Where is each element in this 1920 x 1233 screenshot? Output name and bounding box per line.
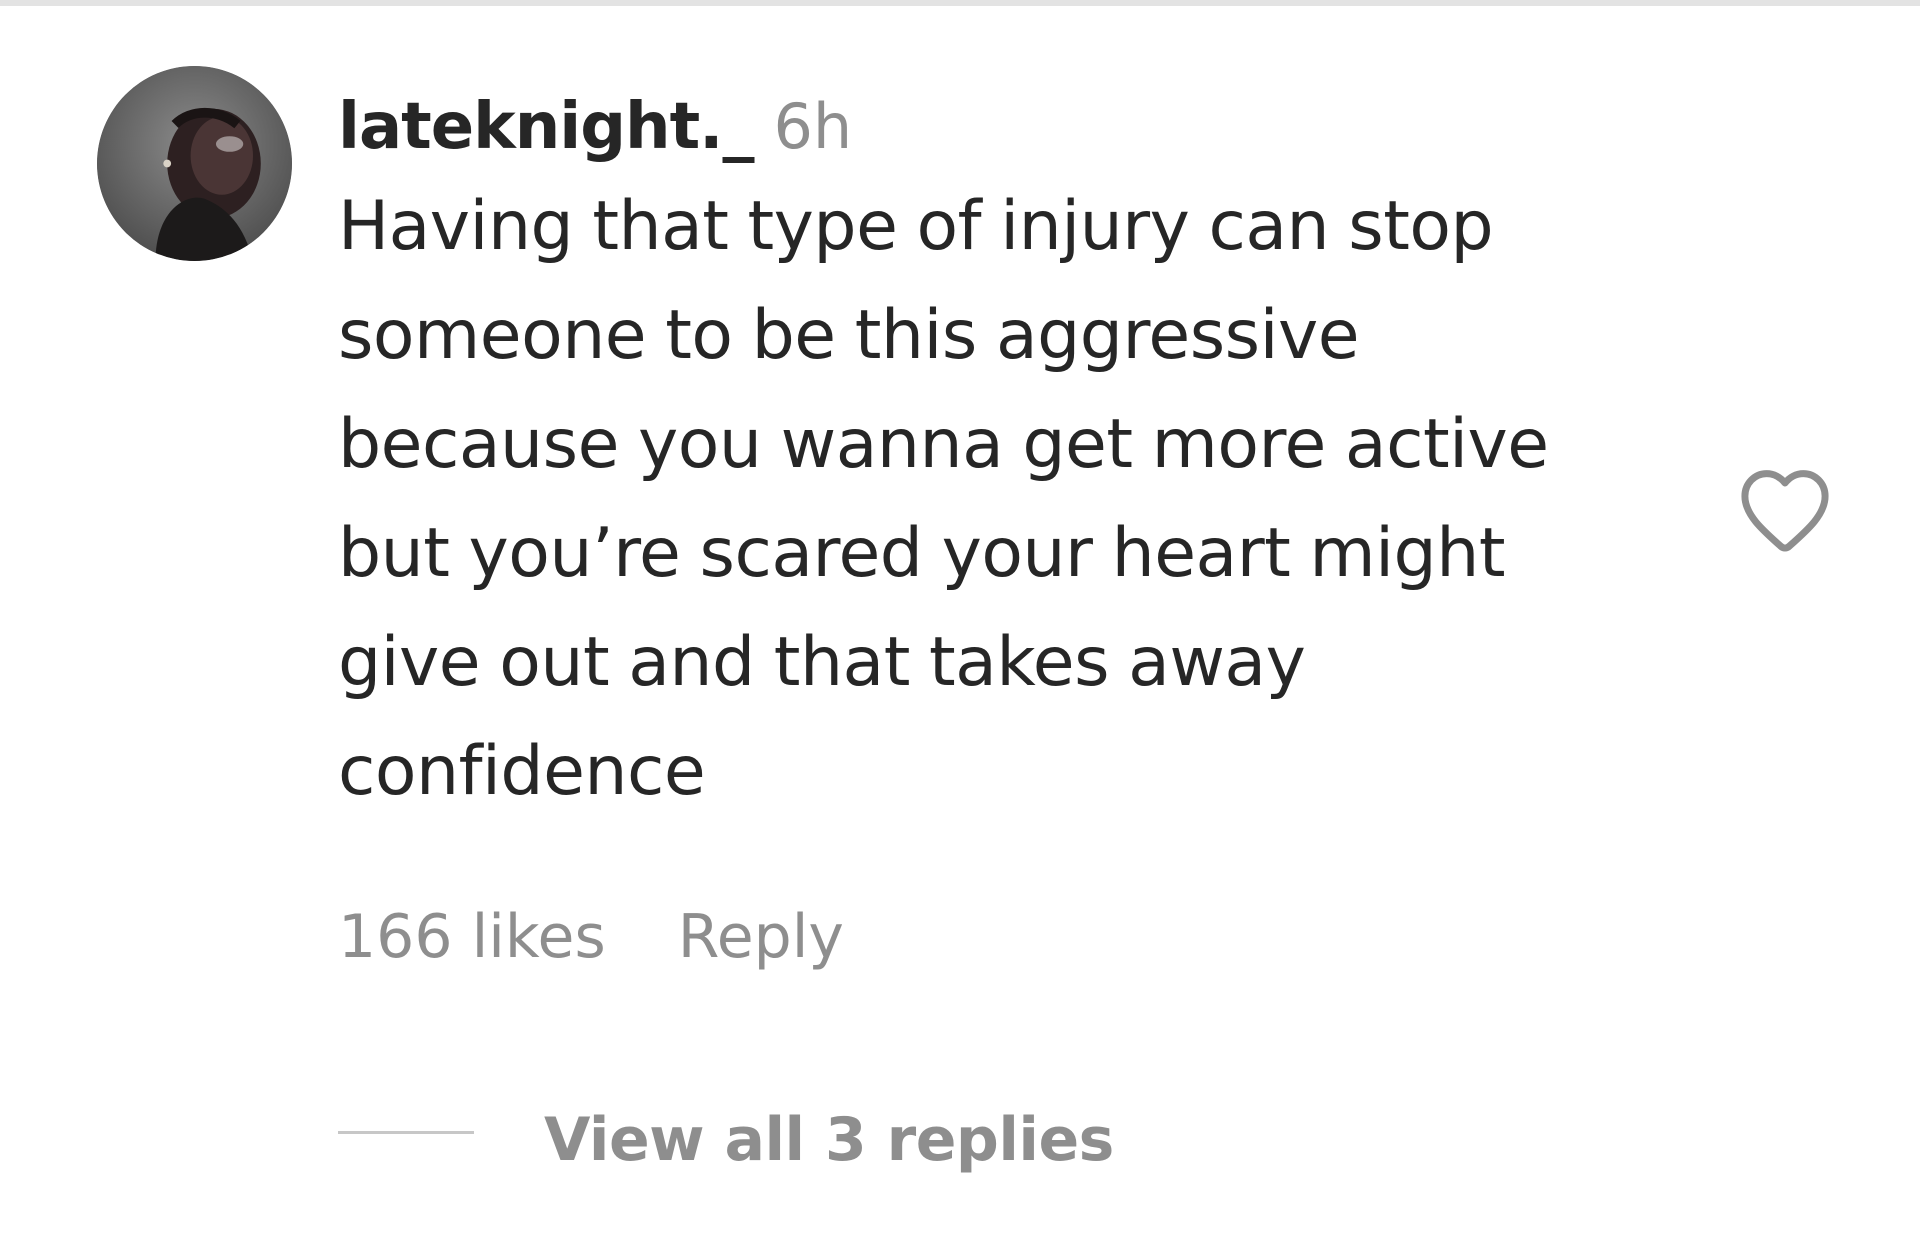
reply-button[interactable]: Reply (678, 902, 844, 972)
view-replies-button[interactable]: View all 3 replies (544, 1095, 1114, 1185)
comment-text-line: someone to be this aggressive (338, 296, 1360, 375)
avatar[interactable] (97, 66, 292, 261)
comment-text-line: because you wanna get more active (338, 405, 1549, 484)
comment-text-line: confidence (338, 732, 706, 811)
like-button[interactable] (1735, 465, 1835, 555)
replies-divider-line (338, 1131, 474, 1134)
comment-text-line: Having that type of injury can stop (338, 187, 1494, 266)
likes-count[interactable]: 166 likes (338, 902, 606, 972)
comment-header: lateknight._ 6h (338, 82, 1698, 172)
avatar-photo-icon (97, 66, 292, 261)
comment-body: lateknight._ 6h Having that type of injur… (338, 82, 1698, 826)
comment-username[interactable]: lateknight._ (338, 90, 754, 164)
comment-text: Having that type of injury can stop some… (338, 172, 1698, 826)
comment-text-line: give out and that takes away (338, 623, 1306, 702)
comment-actions: 166 likes Reply (338, 892, 844, 982)
comment-timestamp[interactable]: 6h (773, 90, 852, 163)
comment-item: lateknight._ 6h Having that type of injur… (0, 0, 1920, 1233)
heart-outline-icon (1741, 470, 1829, 552)
comment-text-line: but you’re scared your heart might (338, 514, 1505, 593)
